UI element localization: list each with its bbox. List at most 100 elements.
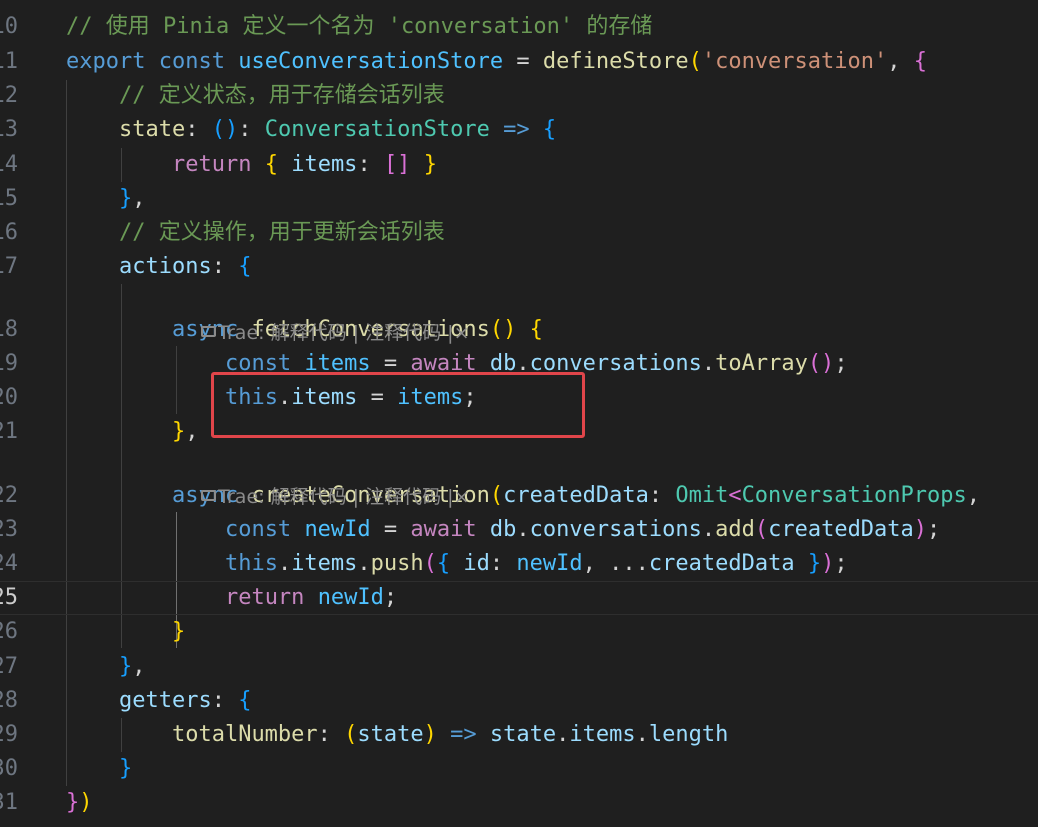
code-token: // 定义状态，用于存储会话列表 xyxy=(118,83,445,108)
line-code: }, xyxy=(66,182,146,216)
code-token: , xyxy=(132,186,146,211)
code-line[interactable]: 19 const items = await db.conversations.… xyxy=(0,347,1038,381)
code-line[interactable]: 10 // 使用 Pinia 定义一个名为 'conversation' 的存储 xyxy=(0,10,1038,44)
code-token: . xyxy=(357,551,371,576)
code-line[interactable]: 26 } xyxy=(0,615,1038,649)
code-token: createdData xyxy=(768,517,914,542)
code-token: await xyxy=(410,351,477,376)
code-token: ; xyxy=(834,351,848,376)
code-token: ( xyxy=(688,49,702,74)
line-code: }, xyxy=(66,415,199,449)
code-token: } xyxy=(66,790,80,815)
close-icon[interactable]: × xyxy=(454,322,470,344)
code-token: items xyxy=(397,385,464,410)
code-line[interactable]: 14 return { items: [] } xyxy=(0,148,1038,182)
code-line[interactable]: 12 // 定义状态，用于存储会话列表 xyxy=(0,79,1038,113)
code-token: state xyxy=(118,117,186,142)
code-token: createdData xyxy=(648,551,795,576)
code-line[interactable]: 27 }, xyxy=(0,650,1038,684)
code-line[interactable]: 20 this.items = items; xyxy=(0,381,1038,415)
code-token: items xyxy=(291,385,358,410)
codelens-separator: | xyxy=(352,322,360,344)
code-line[interactable]: 16 // 定义操作，用于更新会话列表 xyxy=(0,216,1038,250)
code-token: defineStore xyxy=(542,49,689,74)
code-token: } xyxy=(171,419,186,444)
line-code: export const useConversationStore = defi… xyxy=(66,45,927,79)
comment-code-link[interactable]: 注释代码 xyxy=(365,322,441,344)
code-line[interactable]: 17 actions: { xyxy=(0,250,1038,284)
chat-icon xyxy=(201,326,217,337)
line-number: 27 xyxy=(0,654,18,679)
explain-code-link[interactable]: 解释代码 xyxy=(271,322,347,344)
code-token: : xyxy=(489,551,517,576)
code-token: this xyxy=(224,385,278,410)
line-number: 26 xyxy=(0,619,18,644)
code-token: ( xyxy=(489,483,504,508)
code-token: = xyxy=(503,49,543,74)
code-token: return xyxy=(171,152,252,177)
code-line[interactable]: 21 }, xyxy=(0,415,1038,449)
code-line[interactable]: 13 state: (): ConversationStore => { xyxy=(0,113,1038,147)
code-token: , xyxy=(887,49,914,74)
code-line[interactable]: 24 this.items.push({ id: newId, ...creat… xyxy=(0,547,1038,581)
code-token: } xyxy=(171,619,186,644)
code-line[interactable]: 11 export const useConversationStore = de… xyxy=(0,45,1038,79)
codelens-brand: Trae: xyxy=(218,322,265,344)
line-code: } xyxy=(66,615,185,649)
code-token: state xyxy=(489,722,557,747)
code-token: createdData xyxy=(503,483,649,508)
code-token: db xyxy=(489,351,517,376)
code-token: push xyxy=(370,551,424,576)
code-token: . xyxy=(277,385,292,410)
line-number: 13 xyxy=(0,117,18,142)
code-token: } xyxy=(423,152,437,177)
code-line[interactable]: 30 } xyxy=(0,752,1038,786)
line-number: 29 xyxy=(0,722,18,747)
code-line[interactable]: 28 getters: { xyxy=(0,684,1038,718)
code-line[interactable]: 25 return newId; xyxy=(0,581,1038,615)
code-token: . xyxy=(556,722,570,747)
code-token: conversations xyxy=(529,351,702,376)
code-token: ) xyxy=(821,551,835,576)
explain-code-link[interactable]: 解释代码 xyxy=(271,486,347,508)
close-icon[interactable]: × xyxy=(454,486,470,508)
code-token: { xyxy=(238,688,252,713)
code-token: items xyxy=(291,551,358,576)
line-number: 19 xyxy=(0,351,18,376)
code-line[interactable]: 15 }, xyxy=(0,182,1038,216)
codelens-fetch: Trae: 解释代码 | 注释代码 |× xyxy=(177,282,469,344)
code-token: getters xyxy=(118,688,212,713)
code-token: { xyxy=(238,254,252,279)
code-line[interactable]: 22 async createConversation(createdData:… xyxy=(0,479,1038,513)
code-editor[interactable]: 10// 使用 Pinia 定义一个名为 'conversation' 的存储1… xyxy=(0,0,1038,827)
code-line[interactable]: 23 const newId = await db.conversations.… xyxy=(0,513,1038,547)
code-token: = xyxy=(357,385,398,410)
code-line[interactable]: 18 async fetchConversations() { xyxy=(0,313,1038,347)
line-number: 20 xyxy=(0,385,18,410)
code-token: const xyxy=(224,351,292,376)
code-token: export xyxy=(66,49,146,74)
code-token: return xyxy=(224,585,305,610)
code-token: useConversationStore xyxy=(238,49,504,74)
line-code: }) xyxy=(66,786,93,820)
code-token: conversations xyxy=(529,517,702,542)
code-line[interactable]: 31}) xyxy=(0,786,1038,820)
chat-icon xyxy=(201,490,217,501)
code-token: () xyxy=(211,117,239,142)
comment-code-link[interactable]: 注释代码 xyxy=(365,486,441,508)
code-token: : xyxy=(648,483,676,508)
code-line[interactable]: 29 totalNumber: (state) => state.items.l… xyxy=(0,718,1038,752)
line-code: return newId; xyxy=(66,581,397,615)
